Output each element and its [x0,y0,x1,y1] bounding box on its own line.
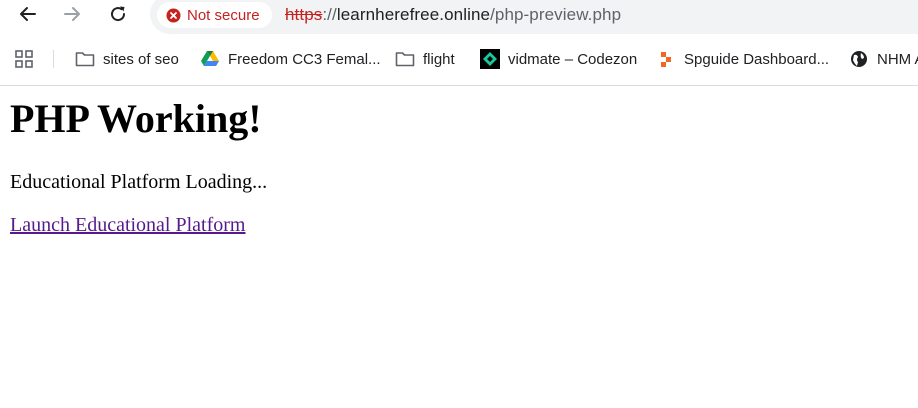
address-bar[interactable]: Not secure https://learnherefree.online/… [150,0,918,34]
folder-icon [75,49,95,69]
bookmark-nhm[interactable]: NHM A [849,44,918,74]
bookmark-flight[interactable]: flight [395,44,455,74]
spguide-icon [656,49,676,69]
folder-icon [395,49,415,69]
launch-platform-link[interactable]: Launch Educational Platform [10,213,245,237]
warning-circle-icon [166,8,181,23]
reload-button[interactable] [104,0,132,28]
apps-grid-icon [14,49,34,69]
bookmark-label: flight [423,50,455,68]
bookmarks-divider [53,50,54,68]
bookmark-sites-of-seo[interactable]: sites of seo [75,44,179,74]
bookmark-label: Spguide Dashboard... [684,50,830,68]
codezon-icon [480,49,500,69]
arrow-left-icon [20,7,36,21]
arrow-right-icon [64,7,80,21]
globe-icon [849,49,869,69]
navigation-row: Not secure https://learnherefree.online/… [0,0,918,34]
browser-chrome: Not secure https://learnherefree.online/… [0,0,918,86]
forward-button[interactable] [58,0,86,28]
bookmark-spguide-dashboard[interactable]: Spguide Dashboard... [656,44,829,74]
security-chip[interactable]: Not secure [157,2,272,28]
bookmark-label: sites of seo [103,50,179,68]
bookmarks-bar: sites of seo Freedom CC3 Femal... flight [0,44,918,74]
page-content: PHP Working! Educational Platform Loadin… [0,86,918,408]
reload-icon [111,6,126,22]
url-scheme: https [285,5,323,24]
bookmark-freedom-cc3[interactable]: Freedom CC3 Femal... [200,44,381,74]
bookmark-label: vidmate – Codezon [508,50,638,68]
url-host: learnherefree.online [336,5,491,24]
apps-button[interactable] [14,44,34,74]
bookmark-label: Freedom CC3 Femal... [228,50,381,68]
url-text[interactable]: https://learnherefree.online/php-preview… [285,5,621,25]
page-heading: PHP Working! [10,96,262,141]
back-button[interactable] [14,0,42,28]
security-label: Not secure [187,6,260,24]
bookmark-label: NHM A [877,50,918,68]
status-text: Educational Platform Loading... [10,171,268,193]
url-path: /php-preview.php [490,5,622,24]
bookmark-vidmate-codezon[interactable]: vidmate – Codezon [480,44,637,74]
url-separator: :// [322,5,337,24]
google-drive-icon [200,49,220,69]
